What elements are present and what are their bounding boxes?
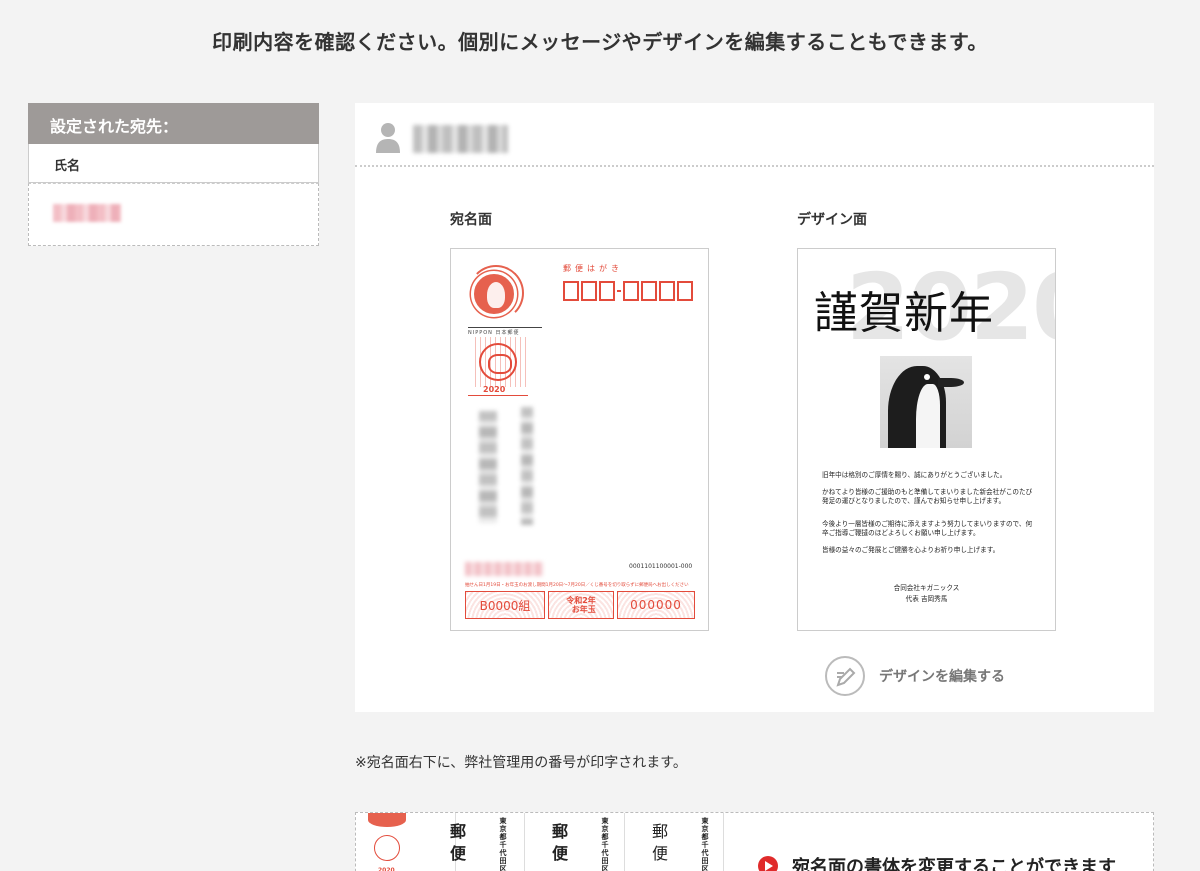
change-font-label: 宛名面の書体を変更することができます [792,857,1116,871]
font-sample-3[interactable]: 郵便 東京都千代田区 [624,813,724,871]
page-title: 印刷内容を確認ください。個別にメッセージやデザインを編集することもできます。 [212,30,988,54]
stamp-icon [471,271,517,317]
yubin-vertical-text: 郵便 [649,823,668,867]
stamp-divider [468,327,542,328]
representative-name: 代表 吉岡秀馬 [905,595,948,603]
message-line-2: かねてより皆様のご援助のもと準備してまいりました新会社がこのたび発足の運びとなり… [822,488,1033,505]
lottery-number: 000000 [617,591,695,619]
lottery-badge: 令和2年 お年玉 [548,591,614,619]
font-sample-1[interactable]: 2020 郵便 東京都千代田区 [356,813,507,871]
design-side-preview: 2020 謹賀新年 旧年中は格別のご厚情を賜り、誠にありがとうございました。 か… [797,248,1056,631]
mini-year: 2020 [378,867,395,871]
management-serial: 0001101100001-000 [629,563,693,570]
lottery-fine-print: 抽せん日1月19日・お年玉のお渡し期間1月20日〜7月20日／くじ番号を切り取ら… [465,583,689,588]
front-side-label: 宛名面 [450,212,492,228]
pencil-edit-icon [825,656,865,696]
nenga-mark-icon [479,343,517,381]
zip-box [641,281,657,301]
address-vertical-text: 東京都千代田区 [601,817,609,871]
message-line-4: 皆様の益々のご発展とご健勝を心よりお祈り申し上げます。 [822,546,1000,554]
change-font-link[interactable]: 宛名面の書体を変更することができます [758,853,1116,871]
design-side-label: デザイン面 [797,212,867,228]
lottery-group: B0000組 [465,591,545,619]
font-style-panel: 2020 郵便 東京都千代田区 郵便 東京都千代田区 郵便 東京都千代田区 宛名… [355,812,1154,871]
address-side-preview: NIPPON 日本郵便 2020 郵便はがき 0001101100001-000… [450,248,709,631]
yubin-vertical-text: 郵便 [549,823,568,867]
address-vertical-text: 東京都千代田区 [499,817,507,871]
yubin-vertical-text: 郵便 [447,823,466,867]
preview-card: 宛名面 デザイン面 NIPPON 日本郵便 2020 郵便はがき 0001101… [355,103,1154,712]
penguin-beak [938,378,964,387]
nenga-year: 2020 [483,385,506,394]
zip-dash [617,290,621,292]
edit-design-label: デザインを編集する [879,669,1005,685]
company-name: 合同会社キガニックス [893,584,960,592]
mini-nenga-icon [374,835,400,861]
preview-card-header [355,103,1154,167]
recipient-panel-header: 設定された宛先： [28,103,319,144]
user-icon [376,123,400,153]
font-sample-2[interactable]: 郵便 東京都千代田区 [524,813,624,871]
management-number-note: ※宛名面右下に、弊社管理用の番号が印字されます。 [355,755,687,771]
penguin-belly [916,384,940,448]
zip-box [623,281,639,301]
postal-code-boxes [563,281,695,301]
recipient-name-redacted [53,204,121,222]
message-line-3: 今後より一層皆様のご期待に添えますよう努力してまいりますので、何卒ご指導ご鞭撻の… [822,520,1033,537]
recipient-panel: 設定された宛先： 氏名 [28,103,319,246]
zip-box [563,281,579,301]
zip-box [581,281,597,301]
yubin-hagaki-label: 郵便はがき [563,264,623,273]
recipient-row[interactable] [28,183,319,246]
address-vertical-text: 東京都千代田区 [701,817,709,871]
sender-redacted [465,562,543,576]
mini-stamp-icon [368,813,406,827]
penguin-photo [880,356,972,448]
zip-box [677,281,693,301]
nenga-divider [468,395,528,396]
name-column-header: 氏名 [28,144,319,183]
stamp-caption: NIPPON 日本郵便 [468,330,520,336]
recipient-name-vertical-redacted [479,411,497,523]
play-icon [758,856,778,871]
edit-design-button[interactable]: デザインを編集する [825,656,1005,696]
greeting-title: 謹賀新年 [814,288,994,339]
zip-box [659,281,675,301]
penguin-eye [924,374,930,380]
message-line-1: 旧年中は格別のご厚情を賜り、誠にありがとうございました。 [822,471,1007,479]
zip-box [599,281,615,301]
recipient-address-redacted [521,407,533,525]
recipient-name-redacted [413,125,508,153]
